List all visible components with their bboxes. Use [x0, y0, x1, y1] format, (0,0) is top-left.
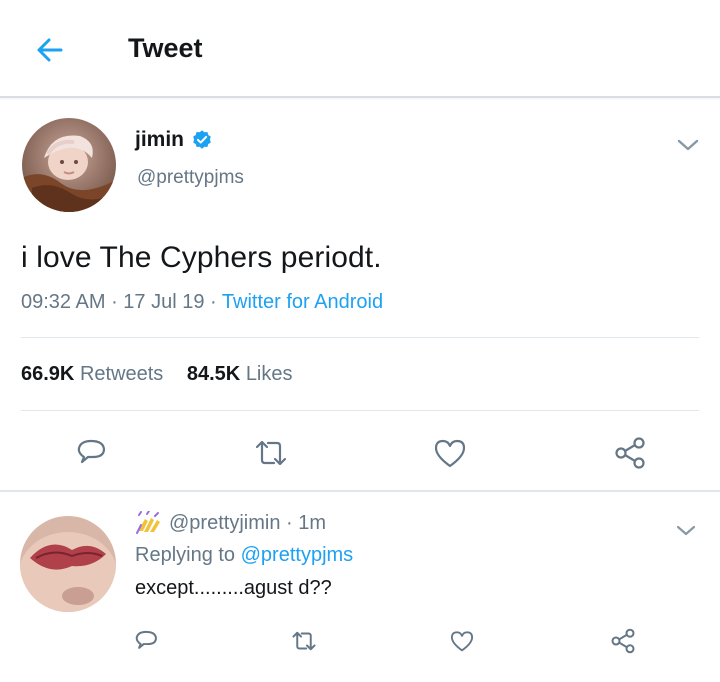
like-icon — [434, 439, 466, 468]
reply-button[interactable] — [71, 433, 111, 473]
share-icon — [611, 628, 635, 654]
avatar-image — [20, 516, 116, 612]
reply-tweet: @prettyjimin · 1m Replying to @prettypjm… — [0, 494, 720, 682]
retweet-button[interactable] — [288, 625, 320, 657]
share-button[interactable] — [607, 625, 639, 657]
display-name[interactable]: jimin — [135, 128, 184, 152]
page-title: Tweet — [128, 33, 203, 63]
avatar-image — [22, 118, 116, 212]
retweets-label: Retweets — [79, 363, 164, 385]
likes-count: 84.5K — [186, 363, 241, 385]
retweet-icon — [255, 440, 287, 466]
back-arrow-icon — [37, 38, 63, 62]
avatar[interactable] — [20, 516, 116, 612]
tweet-time: 09:32 AM — [21, 291, 106, 313]
share-icon — [615, 437, 645, 469]
chevron-down-icon[interactable] — [674, 134, 702, 156]
reply-age: 1m — [298, 511, 327, 534]
author-handle[interactable]: @prettypjms — [137, 167, 244, 189]
replying-to-link[interactable]: @prettypjms — [241, 544, 354, 566]
avatar[interactable] — [22, 118, 116, 212]
raising-hands-emoji-icon — [136, 511, 160, 534]
reply-text: except.........agust d?? — [135, 577, 332, 599]
retweet-button[interactable] — [251, 433, 291, 473]
top-bar: Tweet — [0, 0, 720, 98]
tweet-source-link[interactable]: Twitter for Android — [222, 291, 383, 313]
main-tweet: jimin @prettypjms i love The Cyphers per… — [0, 100, 720, 492]
like-icon — [450, 631, 474, 652]
back-button[interactable] — [30, 30, 70, 70]
replying-to-line: Replying to @prettypjms — [135, 544, 353, 567]
divider — [21, 410, 699, 411]
retweet-icon — [292, 631, 316, 651]
share-button[interactable] — [610, 433, 650, 473]
meta-separator: · — [111, 291, 124, 313]
divider — [21, 337, 699, 338]
tweet-date: 17 Jul 19 — [123, 291, 205, 313]
reply-button[interactable] — [130, 625, 162, 657]
tweet-text: i love The Cyphers periodt. — [21, 241, 382, 274]
author-name-row[interactable]: jimin — [135, 128, 213, 152]
tweet-meta: 09:32 AM · 17 Jul 19 · Twitter for Andro… — [21, 291, 383, 314]
meta-separator: · — [280, 511, 299, 534]
retweets-count: 66.9K — [21, 363, 75, 385]
replying-prefix: Replying to — [135, 544, 236, 566]
likes-stat[interactable]: 84.5K Likes — [187, 363, 293, 386]
meta-separator: · — [210, 291, 222, 313]
reply-handle[interactable]: @prettyjimin — [169, 512, 280, 535]
reply-icon — [135, 630, 157, 649]
reply-author-row[interactable]: @prettyjimin · 1m — [135, 511, 326, 535]
chevron-down-icon[interactable] — [674, 522, 698, 540]
reply-icon — [77, 439, 106, 464]
like-button[interactable] — [430, 433, 470, 473]
likes-label: Likes — [245, 363, 293, 385]
like-button[interactable] — [446, 625, 478, 657]
verified-badge-icon — [193, 130, 211, 149]
retweets-stat[interactable]: 66.9K Retweets — [21, 363, 163, 386]
engagement-stats: 66.9K Retweets 84.5K Likes — [21, 363, 311, 386]
